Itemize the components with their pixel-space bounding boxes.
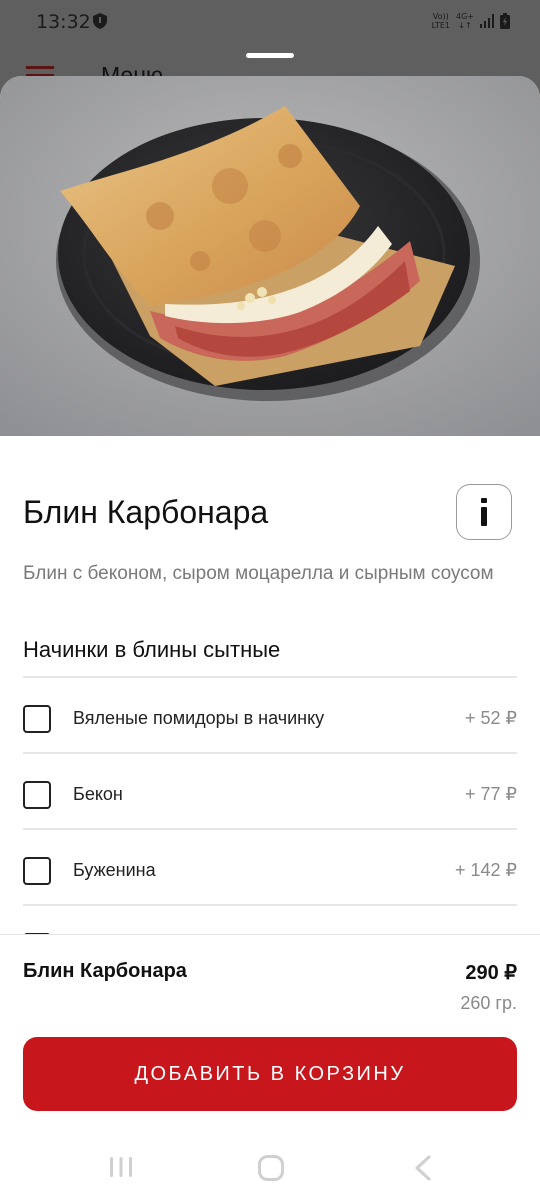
topping-option[interactable]: Бекон + 77 ₽ — [23, 756, 517, 830]
divider — [23, 904, 517, 906]
topping-name: Буженина — [73, 860, 156, 880]
topping-checkbox[interactable] — [23, 705, 51, 733]
back-icon[interactable] — [412, 1154, 434, 1182]
topping-checkbox[interactable] — [23, 781, 51, 809]
summary-price: 290 ₽ — [465, 962, 517, 984]
security-shield-icon — [93, 13, 107, 29]
product-info-button[interactable] — [456, 484, 512, 540]
status-time: 13:32 — [36, 11, 91, 33]
info-icon — [481, 498, 487, 526]
topping-name: Вяленые помидоры в начинку — [73, 708, 325, 728]
product-title: Блин Карбонара — [23, 494, 269, 530]
toppings-section-title: Начинки в блины сытные — [23, 637, 281, 662]
topping-checkbox[interactable] — [23, 857, 51, 885]
status-bar: 13:32 Vo)) LTE1 4G+ ↓↑ — [0, 0, 540, 44]
topping-option[interactable]: Буженина + 142 ₽ — [23, 832, 517, 906]
product-description: Блин с беконом, сыром моцарелла и сырным… — [23, 563, 494, 584]
volte-indicator: Vo)) LTE1 — [431, 12, 450, 30]
signal-icon — [480, 14, 494, 28]
divider — [23, 752, 517, 754]
sheet-drag-handle[interactable] — [246, 53, 294, 58]
status-icons: Vo)) LTE1 4G+ ↓↑ — [432, 12, 510, 30]
product-sheet: Блин Карбонара Блин с беконом, сыром моц… — [0, 76, 540, 1200]
divider — [23, 828, 517, 830]
topping-price: + 142 ₽ — [455, 860, 517, 880]
topping-name: Бекон — [73, 784, 123, 804]
battery-charging-icon — [500, 13, 510, 29]
recent-apps-icon[interactable] — [108, 1154, 134, 1180]
mobile-data-indicator: 4G+ ↓↑ — [456, 12, 474, 30]
add-to-cart-button[interactable]: ДОБАВИТЬ В КОРЗИНУ — [23, 1037, 517, 1111]
product-image — [0, 76, 540, 436]
topping-price: + 77 ₽ — [465, 784, 517, 804]
topping-price: + 52 ₽ — [465, 708, 517, 728]
topping-option[interactable]: Вяленые помидоры в начинку + 52 ₽ — [23, 680, 517, 754]
home-icon[interactable] — [257, 1154, 285, 1182]
summary-product-name: Блин Карбонара — [23, 960, 187, 982]
divider — [23, 676, 517, 678]
summary-weight: 260 гр. — [460, 993, 517, 1013]
system-navigation-bar — [0, 1140, 540, 1200]
